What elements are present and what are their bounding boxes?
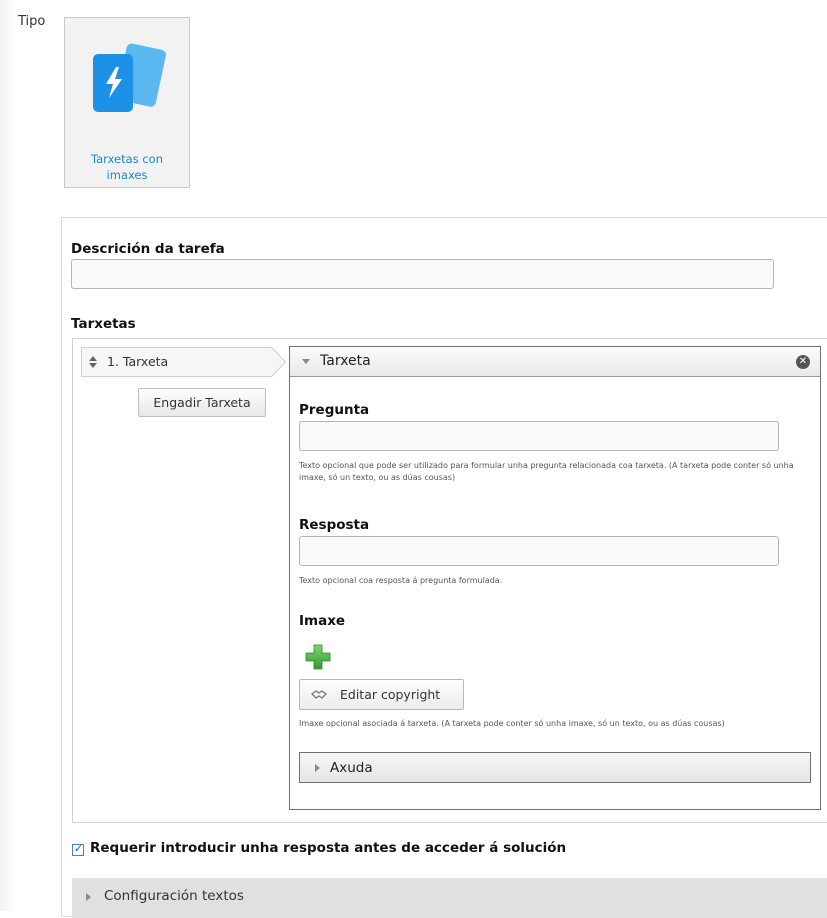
content-type-tile[interactable]: Tarxetas con imaxes	[64, 17, 190, 188]
answer-title: Resposta	[299, 517, 370, 533]
list-item[interactable]: 1. Tarxeta	[81, 347, 286, 377]
copyright-handshake-icon	[311, 690, 327, 699]
image-title: Imaxe	[299, 613, 346, 629]
card-editor-header[interactable]: Tarxeta ✕	[290, 347, 820, 377]
left-edge-shadow	[0, 0, 16, 911]
edit-copyright-label: Editar copyright	[340, 687, 441, 702]
add-card-button[interactable]: Engadir Tarxeta	[138, 388, 266, 417]
sort-handle-icon[interactable]	[89, 356, 97, 368]
answer-input[interactable]	[299, 536, 779, 566]
flashcards-icon	[84, 37, 170, 123]
help-label: Axuda	[330, 760, 373, 776]
question-title: Pregunta	[299, 402, 370, 418]
content-type-label: Tarxetas con imaxes	[65, 151, 189, 183]
answer-description: Texto opcional coa resposta á pregunta f…	[299, 576, 503, 585]
image-description: Imaxe opcional asociada á tarxeta. (A ta…	[299, 719, 725, 728]
help-toggle[interactable]: Axuda	[299, 752, 811, 783]
cards-section-title: Tarxetas	[71, 316, 136, 332]
question-input[interactable]	[299, 421, 779, 451]
edit-copyright-button[interactable]: Editar copyright	[299, 679, 464, 710]
task-description-input[interactable]	[71, 259, 774, 289]
expand-arrow-icon	[315, 764, 320, 772]
require-answer-label: Requerir introducir unha resposta antes …	[90, 840, 567, 856]
remove-card-icon[interactable]: ✕	[796, 355, 810, 369]
question-description: Texto opcional que pode ser utilizado pa…	[299, 461, 794, 482]
add-image-icon[interactable]	[304, 643, 332, 671]
text-settings-label: Configuración textos	[104, 888, 244, 904]
checkmark-icon: ✓	[74, 842, 84, 855]
content-type-label-line2: imaxes	[106, 168, 148, 182]
require-answer-checkbox[interactable]: ✓	[72, 842, 84, 856]
type-label: Tipo	[18, 14, 46, 29]
expand-arrow-icon	[86, 893, 91, 901]
collapse-arrow-icon	[302, 359, 310, 364]
content-type-label-line1: Tarxetas con	[91, 152, 163, 166]
list-item-label: 1. Tarxeta	[107, 354, 169, 369]
task-description-title: Descrición da tarefa	[71, 241, 225, 257]
card-editor-title: Tarxeta	[320, 353, 371, 369]
text-settings-toggle[interactable]: Configuración textos	[72, 878, 827, 918]
